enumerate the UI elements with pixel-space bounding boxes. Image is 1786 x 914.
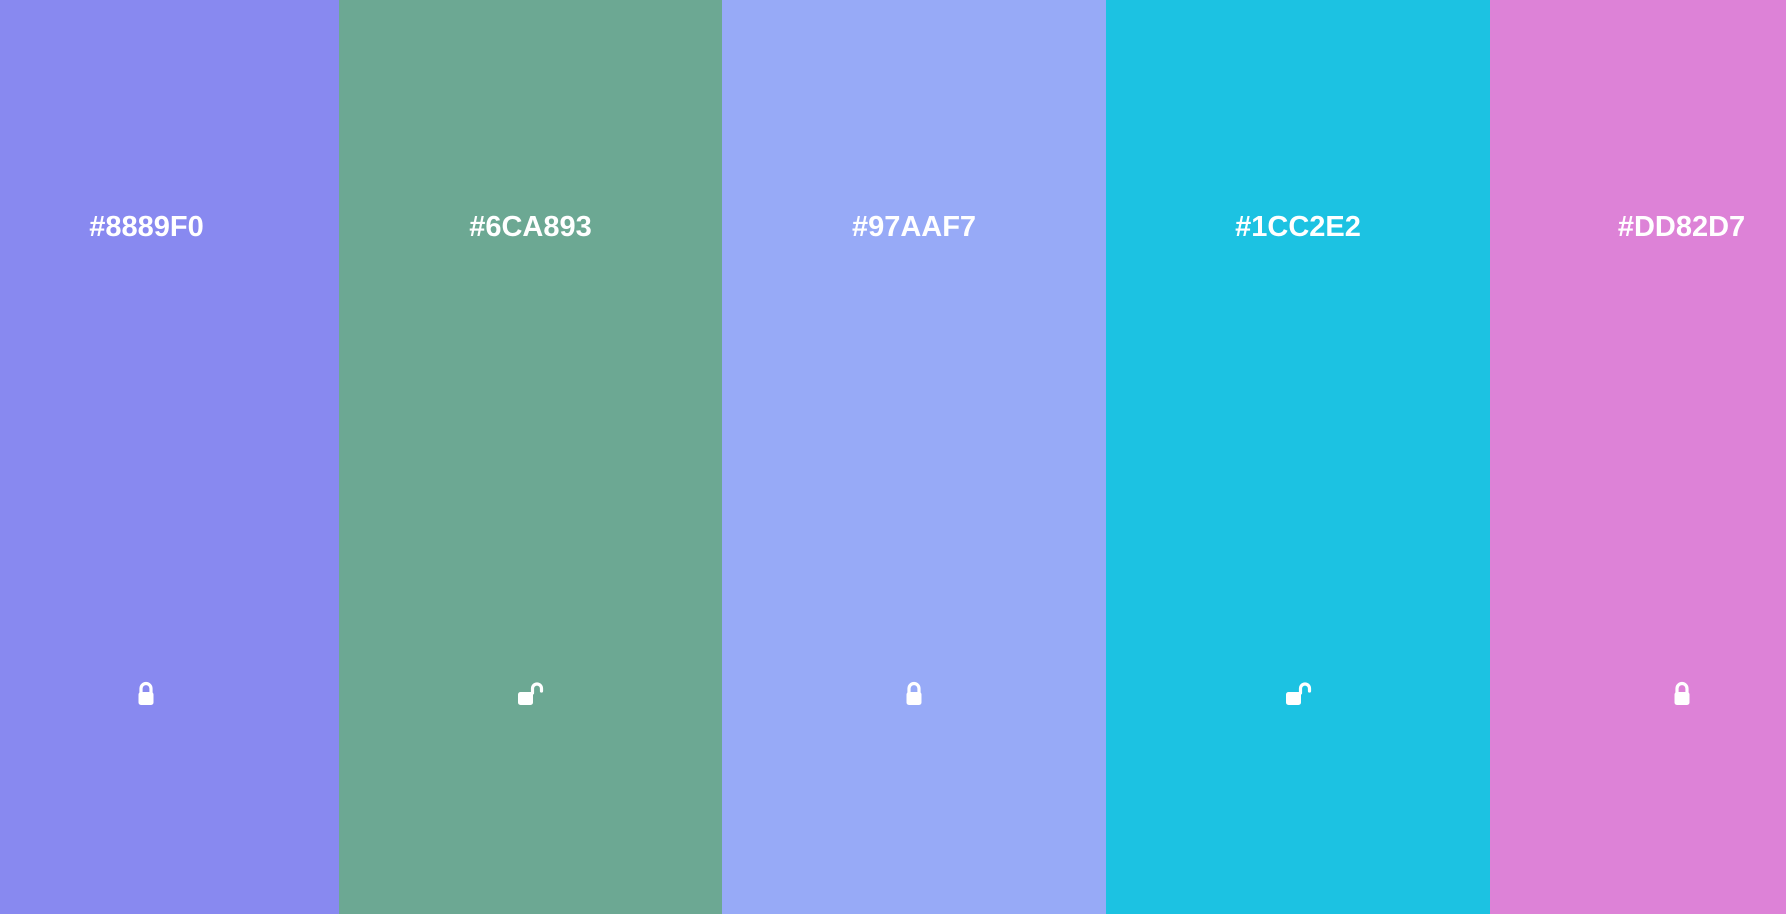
color-palette: #8889F0 #6CA893 #97AAF7 #1CC2E2 #DD82D7 [0,0,1786,914]
hex-code-label[interactable]: #6CA893 [339,207,722,247]
unlock-icon[interactable] [1278,674,1318,714]
lock-icon[interactable] [1662,674,1702,714]
color-swatch-3[interactable]: #97AAF7 [722,0,1106,914]
color-swatch-4[interactable]: #1CC2E2 [1106,0,1490,914]
color-swatch-5[interactable]: #DD82D7 [1490,0,1786,914]
hex-code-label[interactable]: #97AAF7 [722,207,1106,247]
lock-icon[interactable] [894,674,934,714]
hex-code-label[interactable]: #DD82D7 [1490,207,1786,247]
color-swatch-1[interactable]: #8889F0 [0,0,339,914]
unlock-icon[interactable] [510,674,550,714]
color-swatch-2[interactable]: #6CA893 [339,0,722,914]
hex-code-label[interactable]: #1CC2E2 [1106,207,1490,247]
lock-icon[interactable] [126,674,166,714]
